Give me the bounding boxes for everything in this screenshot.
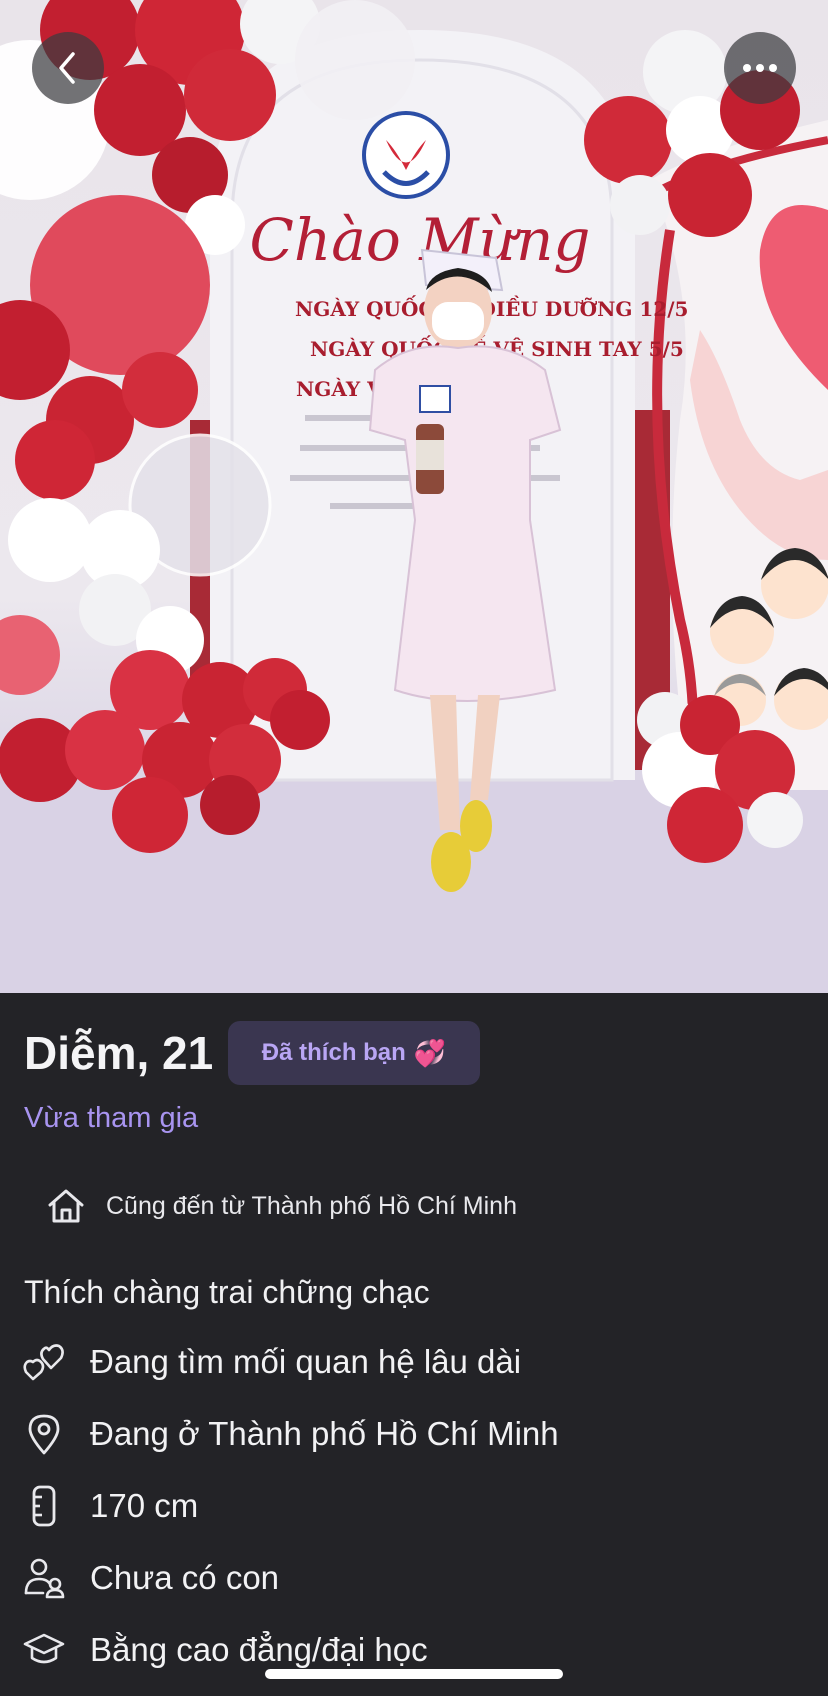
home-icon — [48, 1189, 84, 1223]
banner-title: Chào Mừng — [250, 206, 591, 274]
detail-height: 170 cm — [22, 1482, 198, 1530]
profile-name-age: Diễm, 21 — [24, 1027, 214, 1079]
more-options-button[interactable] — [724, 32, 796, 104]
detail-relationship: Đang tìm mối quan hệ lâu dài — [22, 1338, 521, 1386]
photo-scene: Chào Mừng NGÀY QUỐC TẾ ĐIỀU DƯỠNG 12/5 N… — [0, 0, 828, 993]
join-status: Vừa tham gia — [24, 1102, 199, 1134]
detail-education: Bằng cao đẳng/đại học — [22, 1626, 428, 1674]
detail-text: Đang tìm mối quan hệ lâu dài — [90, 1343, 522, 1380]
hearts-emoji: 💞 — [413, 1037, 447, 1068]
home-indicator[interactable] — [265, 1669, 563, 1679]
hometown-row: Cũng đến từ Thành phố Hồ Chí Minh — [46, 1184, 517, 1228]
ellipsis-icon — [743, 64, 777, 72]
hearts-icon — [22, 1340, 66, 1384]
hometown-text: Cũng đến từ Thành phố Hồ Chí Minh — [106, 1191, 517, 1220]
detail-text: Bằng cao đẳng/đại học — [90, 1631, 428, 1668]
profile-photo[interactable]: Chào Mừng NGÀY QUỐC TẾ ĐIỀU DƯỠNG 12/5 N… — [0, 0, 828, 993]
location-pin-icon — [22, 1412, 66, 1456]
preference-text: Thích chàng trai chững chạc — [24, 1274, 430, 1310]
detail-text: 170 cm — [90, 1487, 199, 1524]
liked-you-badge: Đã thích bạn 💞 — [228, 1021, 480, 1085]
liked-badge-label: Đã thích bạn — [261, 1039, 406, 1066]
detail-text: Đang ở Thành phố Hồ Chí Minh — [90, 1415, 559, 1452]
height-icon — [22, 1484, 66, 1528]
graduation-cap-icon — [22, 1628, 66, 1672]
children-icon — [22, 1556, 66, 1600]
back-button[interactable] — [32, 32, 104, 104]
detail-text: Chưa có con — [90, 1559, 280, 1596]
chevron-left-icon — [59, 52, 75, 84]
detail-children: Chưa có con — [22, 1554, 279, 1602]
detail-location: Đang ở Thành phố Hồ Chí Minh — [22, 1410, 559, 1458]
